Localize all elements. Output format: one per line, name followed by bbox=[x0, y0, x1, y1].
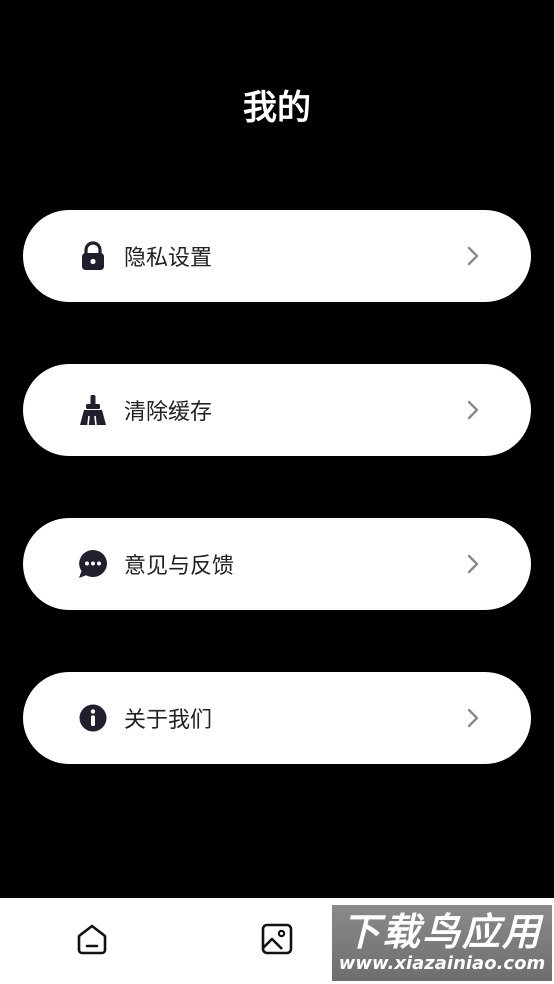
page-title: 我的 bbox=[243, 88, 311, 128]
watermark-logo: 下载鸟应用 www.xiazainiao.com bbox=[332, 905, 552, 981]
chat-bubble-icon bbox=[78, 549, 108, 579]
feedback-label: 意见与反馈 bbox=[124, 554, 235, 579]
about-us-item[interactable]: 关于我们 bbox=[23, 672, 531, 764]
tab-gallery[interactable] bbox=[259, 923, 295, 959]
image-icon bbox=[260, 922, 294, 960]
clear-cache-label: 清除缓存 bbox=[124, 400, 213, 425]
privacy-settings-label: 隐私设置 bbox=[124, 246, 213, 271]
lock-icon bbox=[78, 241, 108, 271]
privacy-settings-item[interactable]: 隐私设置 bbox=[23, 210, 531, 302]
chevron-right-icon bbox=[465, 554, 481, 574]
chevron-right-icon bbox=[465, 246, 481, 266]
clear-cache-item[interactable]: 清除缓存 bbox=[23, 364, 531, 456]
home-icon bbox=[75, 922, 109, 960]
feedback-item[interactable]: 意见与反馈 bbox=[23, 518, 531, 610]
watermark-url: www.xiazainiao.com bbox=[338, 953, 546, 974]
broom-icon bbox=[78, 395, 108, 426]
info-icon bbox=[78, 703, 108, 733]
watermark-text: 下载鸟应用 bbox=[341, 910, 542, 954]
tab-home[interactable] bbox=[74, 923, 110, 959]
chevron-right-icon bbox=[465, 708, 481, 728]
about-us-label: 关于我们 bbox=[124, 708, 213, 733]
chevron-right-icon bbox=[465, 400, 481, 420]
